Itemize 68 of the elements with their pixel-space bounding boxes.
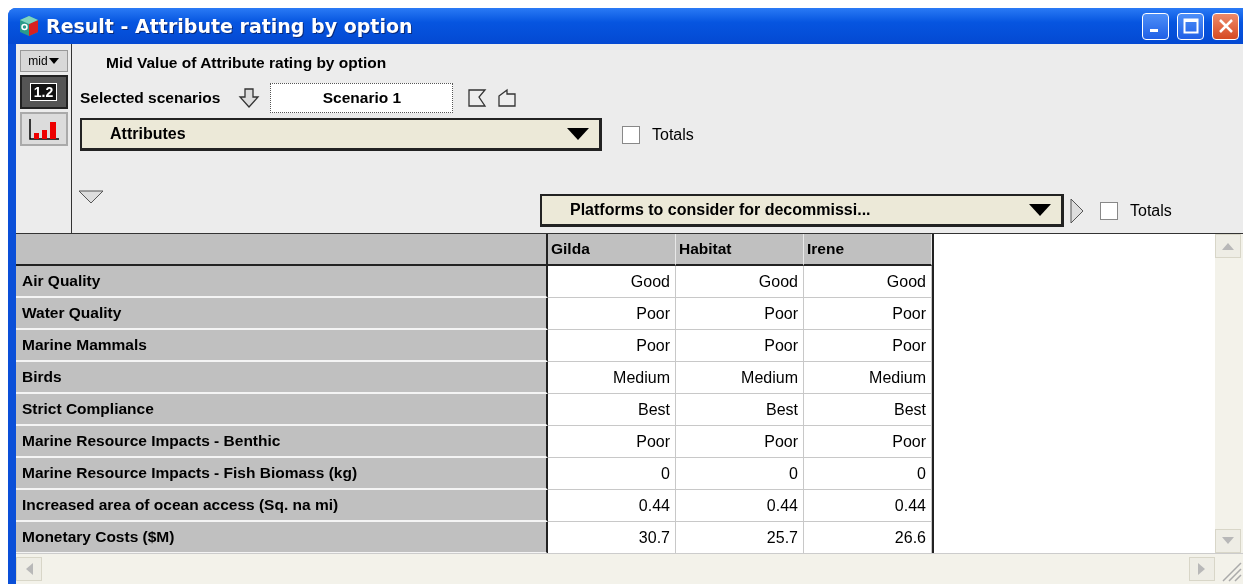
table-cell: Best [676,394,804,426]
row-header: Marine Resource Impacts - Benthic [16,426,548,458]
column-index-dropdown[interactable]: Platforms to consider for decommissi... [540,194,1064,227]
totals-checkbox[interactable] [1100,201,1118,220]
table-cell: Poor [804,298,932,330]
table-cell: Medium [676,362,804,394]
close-button[interactable] [1212,12,1239,40]
row-header: Strict Compliance [16,394,548,426]
table-cell: Poor [548,330,676,362]
minimize-icon [1149,29,1158,32]
table-cell: 0.44 [676,490,804,522]
expand-triangle-icon[interactable] [78,190,104,204]
table-cell: Poor [676,426,804,458]
caret-icon [48,58,59,64]
table-cell: Poor [676,330,804,362]
table-cell: Best [804,394,932,426]
table-cell: Poor [804,426,932,458]
table-cell: Medium [548,362,676,394]
row-header: Monetary Costs ($M) [16,522,548,554]
table-cell: Poor [676,298,804,330]
table-cell: Good [676,266,804,298]
totals-label: Totals [1130,201,1172,220]
table-cell: Best [548,394,676,426]
caret-icon [567,128,589,140]
table-cell: Poor [548,298,676,330]
scenario-field[interactable]: Scenario 1 [270,83,454,113]
table-cell: Good [548,266,676,298]
close-icon [1217,18,1234,34]
row-header: Increased area of ocean access (Sq. na mi) [16,490,548,522]
row-index-dropdown[interactable]: Attributes [80,118,602,151]
app-cube-icon [18,14,40,38]
horizontal-scrollbar[interactable] [16,553,1243,584]
up-arrow-icon [1222,242,1234,250]
down-arrow-icon[interactable] [238,87,261,109]
table-cell: Poor [548,426,676,458]
row-header: Marine Resource Impacts - Fish Biomass (kg) [16,458,548,490]
table-cell: Medium [804,362,932,394]
totals-label: Totals [652,125,694,144]
table-cell: Poor [804,330,932,362]
table-cell: Good [804,266,932,298]
table-cell: 0 [804,458,932,490]
table-cell: 0 [676,458,804,490]
row-header: Marine Mammals [16,330,548,362]
expand-triangle-icon[interactable] [1070,197,1084,224]
maximize-icon [1182,18,1199,34]
window-title: Result - Attribute rating by option [46,15,414,37]
row-header: Water Quality [16,298,548,330]
chart-view-button[interactable] [19,112,68,146]
totals-checkbox[interactable] [622,125,640,144]
bar-chart-icon [26,117,61,141]
column-header: Irene [804,234,932,266]
left-arrow-icon [25,563,33,575]
table-view-button[interactable]: 1.2 [19,75,68,109]
column-header: Habitat [676,234,804,266]
result-heading: Mid Value of Attribute rating by option [106,54,388,73]
mode-dropdown[interactable]: mid [19,50,68,72]
row-header: Air Quality [16,266,548,298]
table-cell: 0.44 [804,490,932,522]
caret-icon [1029,204,1051,216]
maximize-button[interactable] [1177,12,1204,40]
down-arrow-icon [1222,537,1234,545]
row-header: Birds [16,362,548,394]
minimize-button[interactable] [1142,12,1169,40]
right-arrow-icon [1198,563,1206,575]
table-cell: 0.44 [548,490,676,522]
column-header: Gilda [548,234,676,266]
scenario-label: Selected scenarios [80,89,221,107]
table-cell: 0 [548,458,676,490]
